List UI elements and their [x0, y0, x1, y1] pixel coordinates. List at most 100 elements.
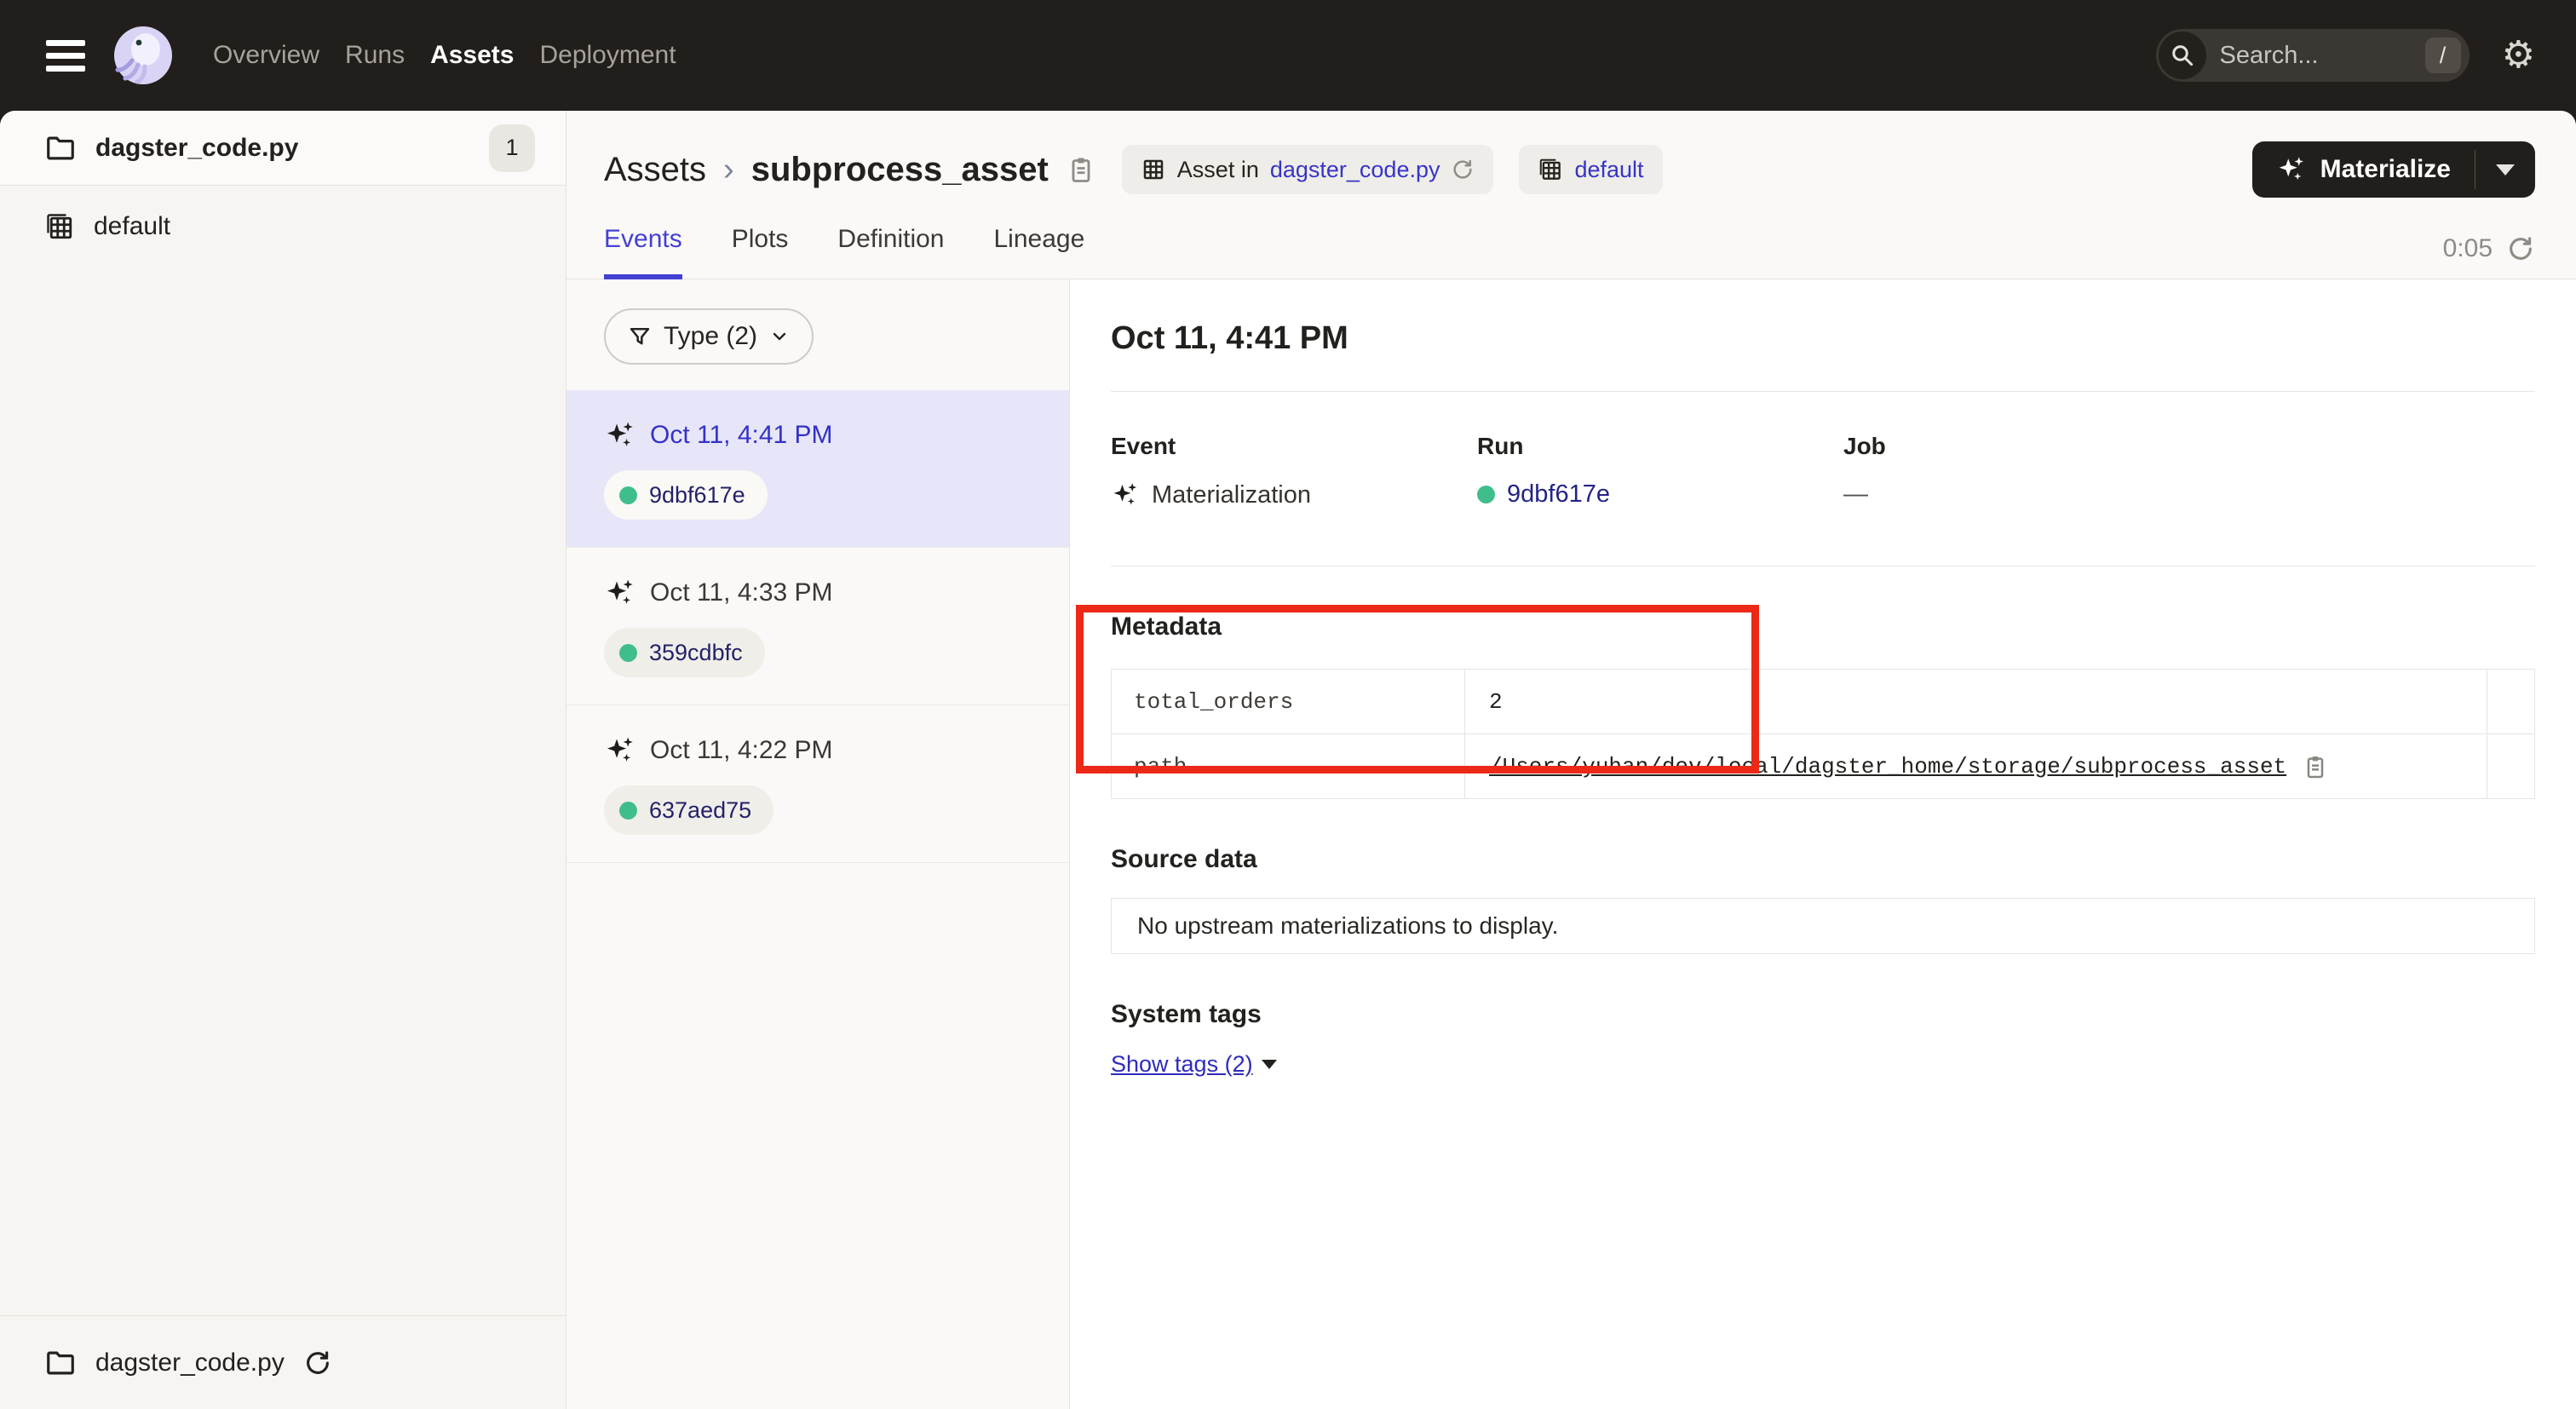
run-badge[interactable]: 637aed75	[604, 785, 773, 835]
search-box[interactable]: /	[2156, 29, 2470, 82]
run-column-label: Run	[1477, 433, 1843, 460]
tab-definition[interactable]: Definition	[837, 225, 944, 279]
materialize-label: Materialize	[2320, 155, 2451, 184]
event-list-item[interactable]: Oct 11, 4:22 PM 637aed75	[566, 705, 1069, 863]
run-status-dot	[619, 486, 637, 504]
refresh-icon[interactable]	[1451, 158, 1475, 181]
folder-icon	[44, 132, 77, 164]
event-detail-panel: Oct 11, 4:41 PM Event Materialization	[1070, 279, 2576, 1409]
empty-message: No upstream materializations to display.	[1137, 912, 1558, 940]
metadata-key: path	[1112, 734, 1465, 799]
sidebar-item-label: default	[94, 212, 170, 241]
path-link[interactable]: /Users/yuhan/dev/local/dagster_home/stor…	[1489, 754, 2286, 779]
breadcrumb-chevron-icon: ›	[723, 152, 734, 188]
run-badge[interactable]: 359cdbfc	[604, 628, 765, 677]
event-info-grid: Event Materialization Run	[1111, 433, 2535, 509]
sparkle-icon	[2276, 154, 2307, 185]
show-tags-link[interactable]: Show tags (2)	[1111, 1051, 1253, 1078]
event-column-label: Event	[1111, 433, 1477, 460]
filter-bar: Type (2)	[566, 279, 1069, 390]
materialize-button[interactable]: Materialize	[2252, 141, 2475, 198]
event-type-value: Materialization	[1152, 481, 1311, 509]
asset-group-icon	[1141, 157, 1166, 182]
caret-down-icon	[1262, 1060, 1277, 1069]
group-link[interactable]: default	[1574, 157, 1643, 183]
metadata-key: total_orders	[1112, 670, 1465, 734]
event-timestamp: Oct 11, 4:41 PM	[650, 421, 833, 450]
materialize-button-group: Materialize	[2252, 141, 2535, 198]
reload-icon[interactable]	[303, 1349, 332, 1377]
timer-countdown: 0:05	[2443, 234, 2493, 263]
asset-group-icon	[44, 211, 75, 242]
event-timestamp: Oct 11, 4:22 PM	[650, 736, 833, 765]
folder-icon	[44, 1347, 77, 1379]
table-row: total_orders 2	[1112, 670, 2535, 734]
hamburger-menu-icon[interactable]	[46, 36, 89, 75]
run-badge[interactable]: 9dbf617e	[604, 470, 768, 520]
tab-events[interactable]: Events	[604, 225, 682, 279]
event-list-item[interactable]: Oct 11, 4:33 PM 359cdbfc	[566, 548, 1069, 705]
source-data-heading: Source data	[1111, 845, 2535, 874]
sidebar-footer-label: dagster_code.py	[95, 1349, 285, 1377]
asset-detail-page: Assets › subprocess_asset Asset in dagst…	[566, 111, 2576, 1409]
job-column-label: Job	[1843, 433, 1886, 460]
event-list-item[interactable]: Oct 11, 4:41 PM 9dbf617e	[566, 390, 1069, 548]
type-filter-button[interactable]: Type (2)	[604, 308, 814, 365]
materialization-sparkle-icon	[604, 577, 636, 609]
run-id: 9dbf617e	[649, 482, 745, 509]
job-empty-value: —	[1843, 480, 1868, 509]
search-input[interactable]	[2206, 42, 2425, 70]
tab-plots[interactable]: Plots	[732, 225, 789, 279]
nav-item-overview[interactable]: Overview	[213, 41, 319, 70]
nav-item-assets[interactable]: Assets	[430, 41, 514, 70]
metadata-value: /Users/yuhan/dev/local/dagster_home/stor…	[1465, 734, 2487, 799]
page-header: Assets › subprocess_asset Asset in dagst…	[566, 140, 2576, 199]
refresh-icon[interactable]	[2506, 234, 2535, 263]
divider	[1111, 391, 2535, 392]
content-area: dagster_code.py 1 default dagster_code.p…	[0, 111, 2576, 1409]
spacer-cell	[2487, 734, 2535, 799]
event-timestamp: Oct 11, 4:33 PM	[650, 578, 833, 607]
run-id: 637aed75	[649, 797, 751, 824]
materialize-dropdown-button[interactable]	[2475, 141, 2535, 198]
asset-in-code-location-badge[interactable]: Asset in dagster_code.py	[1122, 145, 1494, 194]
copy-path-icon[interactable]	[2302, 753, 2329, 780]
materialization-sparkle-icon	[604, 734, 636, 767]
tab-bar: Events Plots Definition Lineage 0:05	[566, 225, 2576, 279]
group-badge[interactable]: default	[1519, 145, 1662, 194]
event-list-panel: Type (2) Oct 11, 4:41 PM	[566, 279, 1070, 1409]
metadata-value: 2	[1465, 670, 2487, 734]
type-filter-label: Type (2)	[664, 322, 757, 351]
sidebar-item-code-location[interactable]: dagster_code.py 1	[0, 111, 566, 186]
badge-prefix: Asset in	[1177, 157, 1259, 183]
copy-asset-name-icon[interactable]	[1066, 154, 1096, 185]
filter-funnel-icon	[628, 325, 652, 348]
search-shortcut-key: /	[2425, 37, 2461, 73]
top-nav: Overview Runs Assets Deployment / ⚙	[0, 0, 2576, 111]
metadata-heading: Metadata	[1111, 612, 2535, 641]
event-detail-title: Oct 11, 4:41 PM	[1111, 320, 2535, 357]
spacer-cell	[2487, 670, 2535, 734]
run-status-dot	[1477, 486, 1495, 503]
run-link[interactable]: 9dbf617e	[1507, 480, 1610, 509]
nav-item-runs[interactable]: Runs	[345, 41, 405, 70]
nav-item-deployment[interactable]: Deployment	[539, 41, 676, 70]
events-split-view: Type (2) Oct 11, 4:41 PM	[566, 279, 2576, 1409]
asset-sidebar: dagster_code.py 1 default dagster_code.p…	[0, 111, 566, 1409]
gear-icon[interactable]: ⚙	[2502, 37, 2535, 74]
dagster-logo[interactable]	[112, 25, 174, 86]
asset-count-badge: 1	[489, 124, 535, 172]
search-icon	[2159, 32, 2206, 79]
show-tags-toggle[interactable]: Show tags (2)	[1111, 1051, 1277, 1078]
asset-group-icon	[1538, 157, 1563, 182]
code-location-link[interactable]: dagster_code.py	[1270, 157, 1440, 183]
run-status-dot	[619, 802, 637, 820]
dagster-app: Overview Runs Assets Deployment / ⚙ dags…	[0, 0, 2576, 1409]
metadata-table: total_orders 2 path /Users/yuhan/dev/loc…	[1111, 669, 2535, 799]
run-id: 359cdbfc	[649, 640, 743, 666]
tab-lineage[interactable]: Lineage	[994, 225, 1085, 279]
sidebar-footer-code-location[interactable]: dagster_code.py	[0, 1315, 566, 1409]
sidebar-item-default-group[interactable]: default	[0, 186, 566, 267]
breadcrumb-assets-link[interactable]: Assets	[604, 151, 706, 189]
table-row: path /Users/yuhan/dev/local/dagster_home…	[1112, 734, 2535, 799]
